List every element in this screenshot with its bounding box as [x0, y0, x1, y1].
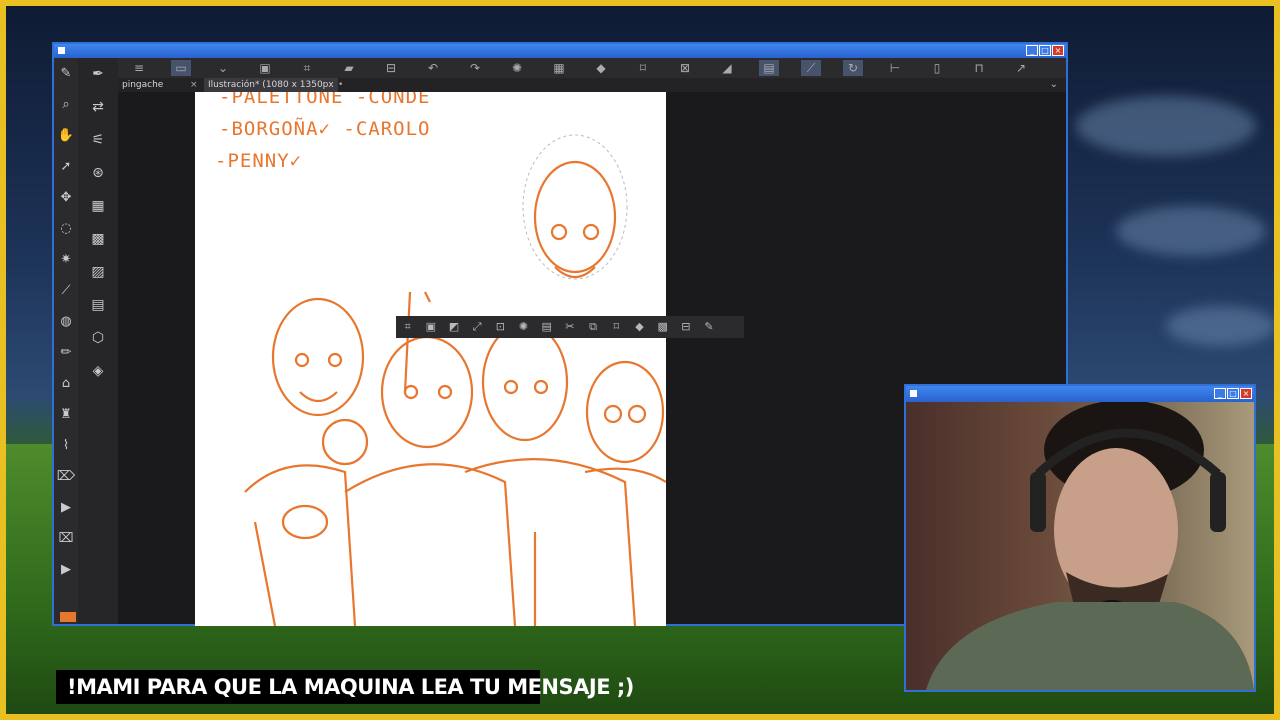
drawing-canvas[interactable]: -PALETTONE -CONDE -BORGOÑA✓ -CAROLO -PEN…	[195, 92, 666, 626]
desktop-background: _ □ × ≡ ▭ ⌄ ▣ ⌗ ▰ ⊟ ↶ ↷ ✺ ▦ ◆ ⌑ ⊠ ◢ ▤ ⟋ …	[0, 0, 1280, 720]
redo-icon[interactable]: ↷	[465, 60, 485, 76]
selection-icon[interactable]: ▭	[171, 60, 191, 76]
brush-icon[interactable]: ✒	[78, 58, 118, 91]
flip-icon[interactable]: ⟋	[801, 60, 821, 76]
export-icon[interactable]: ↗	[1011, 60, 1031, 76]
color-grid-icon[interactable]: ▦	[78, 190, 118, 223]
tool-bar: ✎ ⌕ ✋ ➚ ✥ ◌ ✷ ⟋ ◍ ✏ ⌂ ♜ ⌇ ⌦ ▶ ⌧ ▶	[54, 58, 78, 624]
chat-command-banner: !MAMI PARA QUE LA MAQUINA LEA TU MENSAJE…	[56, 670, 634, 704]
cut-icon[interactable]: ✂	[560, 318, 580, 336]
mix-icon[interactable]: ⇄	[78, 91, 118, 124]
figure-tool-icon[interactable]: ▶	[54, 554, 78, 585]
swatch-icon[interactable]: ▨	[78, 256, 118, 289]
object-tool-icon[interactable]: ➚	[54, 151, 78, 182]
3d-icon[interactable]: ⬡	[78, 322, 118, 355]
crop-icon[interactable]: ⌑	[633, 60, 653, 76]
shrink-icon[interactable]: ⊡	[490, 318, 510, 336]
lasso-tool-icon[interactable]: ◌	[54, 213, 78, 244]
webcam-feed	[906, 402, 1254, 690]
tab-modified-icon[interactable]: •	[338, 78, 343, 92]
close-button[interactable]: ×	[1052, 45, 1064, 56]
navigator-icon[interactable]: ⊛	[78, 157, 118, 190]
minimize-button[interactable]: _	[1214, 388, 1226, 399]
expand-icon[interactable]: ⤢	[467, 318, 487, 336]
fill-icon[interactable]: ◢	[717, 60, 737, 76]
tab-label: pingache	[122, 80, 164, 90]
fill-icon[interactable]: ◆	[629, 318, 649, 336]
checker-icon[interactable]: ▩	[653, 318, 673, 336]
save-icon[interactable]: ⊟	[381, 60, 401, 76]
invert-icon[interactable]: ◩	[444, 318, 464, 336]
mask-icon[interactable]: ⊟	[676, 318, 696, 336]
grid-icon[interactable]: ▦	[549, 60, 569, 76]
magic-wand-icon[interactable]: ✷	[54, 244, 78, 275]
open-icon[interactable]: ▰	[339, 60, 359, 76]
eyedropper-icon[interactable]: ⟋	[54, 275, 78, 306]
cloud	[1116, 206, 1266, 256]
sub-tool-panel: ✒ ⇄ ⚟ ⊛ ▦ ▩ ▨ ▤ ⬡ ◈	[78, 58, 118, 624]
undo-icon[interactable]: ↶	[423, 60, 443, 76]
trim-icon[interactable]: ⌗	[297, 60, 317, 76]
select-all-icon[interactable]: ▣	[421, 318, 441, 336]
document-tabs: pingache × Ilustración* (1080 x 1350px 3…	[118, 78, 1066, 104]
webcam-window: _ □ ×	[904, 384, 1256, 692]
paint-bucket-icon[interactable]: ◆	[591, 60, 611, 76]
tab-menu-icon[interactable]: ⌄	[1050, 78, 1058, 92]
minimize-button[interactable]: _	[1026, 45, 1038, 56]
pencil-tool-icon[interactable]: ✏	[54, 337, 78, 368]
sketch-drawing	[244, 134, 666, 626]
close-button[interactable]: ×	[1240, 388, 1252, 399]
spray-icon[interactable]: ✺	[514, 318, 534, 336]
move-tool-icon[interactable]: ✥	[54, 182, 78, 213]
book-icon[interactable]: ⊓	[969, 60, 989, 76]
cloud	[1076, 96, 1256, 156]
transform-off-icon[interactable]: ⊠	[675, 60, 695, 76]
tab-pingache[interactable]: pingache	[118, 78, 198, 92]
fill-tool-icon[interactable]: ▶	[54, 492, 78, 523]
blend-tool-icon[interactable]: ⌇	[54, 430, 78, 461]
scale-icon[interactable]: ▤	[537, 318, 557, 336]
app-icon	[58, 47, 65, 54]
document-icon[interactable]: ▣	[255, 60, 275, 76]
sliders-icon[interactable]: ⚟	[78, 124, 118, 157]
tab-close-icon[interactable]: ×	[190, 78, 198, 92]
crop-icon[interactable]: ⌑	[606, 318, 626, 336]
material-icon[interactable]: ▤	[78, 289, 118, 322]
pen-icon[interactable]: ✎	[699, 318, 719, 336]
maximize-button[interactable]: □	[1039, 45, 1051, 56]
airbrush-icon[interactable]: ♜	[54, 399, 78, 430]
app-icon	[910, 390, 917, 397]
person-silhouette	[926, 402, 1254, 690]
ink-tool-icon[interactable]: ◍	[54, 306, 78, 337]
page-icon[interactable]: ▯	[927, 60, 947, 76]
layer-icon[interactable]: ▤	[759, 60, 779, 76]
webcam-title-bar[interactable]: _ □ ×	[906, 386, 1254, 402]
layers-icon[interactable]: ◈	[78, 355, 118, 388]
maximize-button[interactable]: □	[1227, 388, 1239, 399]
ruler-icon[interactable]: ⊢	[885, 60, 905, 76]
deselect-icon[interactable]: ⌗	[398, 318, 418, 336]
copy-icon[interactable]: ⧉	[583, 318, 603, 336]
spray-icon[interactable]: ✺	[507, 60, 527, 76]
cloud	[1166, 306, 1274, 346]
brush-tool-icon[interactable]: ⌂	[54, 368, 78, 399]
chevron-down-icon[interactable]: ⌄	[213, 60, 233, 76]
zoom-tool-icon[interactable]: ⌕	[54, 89, 78, 120]
menu-icon[interactable]: ≡	[129, 60, 149, 76]
eraser-icon[interactable]: ⌦	[54, 461, 78, 492]
window-title-bar[interactable]: _ □ ×	[54, 44, 1066, 58]
hand-tool-icon[interactable]: ✋	[54, 120, 78, 151]
pen-tool-icon[interactable]: ✎	[54, 58, 78, 89]
rotate-icon[interactable]: ↻	[843, 60, 863, 76]
command-bar: ≡ ▭ ⌄ ▣ ⌗ ▰ ⊟ ↶ ↷ ✺ ▦ ◆ ⌑ ⊠ ◢ ▤ ⟋ ↻ ⊢ ▯ …	[54, 58, 1066, 78]
tab-ilustracion[interactable]: Ilustración* (1080 x 1350px 300dpi 107.4…	[204, 78, 338, 104]
floating-selection-toolbar: ⌗ ▣ ◩ ⤢ ⊡ ✺ ▤ ✂ ⧉ ⌑ ◆ ▩ ⊟ ✎	[396, 316, 744, 338]
text-tool-icon[interactable]: ⌧	[54, 523, 78, 554]
palette-icon[interactable]: ▩	[78, 223, 118, 256]
main-color-swatch[interactable]	[60, 612, 76, 622]
